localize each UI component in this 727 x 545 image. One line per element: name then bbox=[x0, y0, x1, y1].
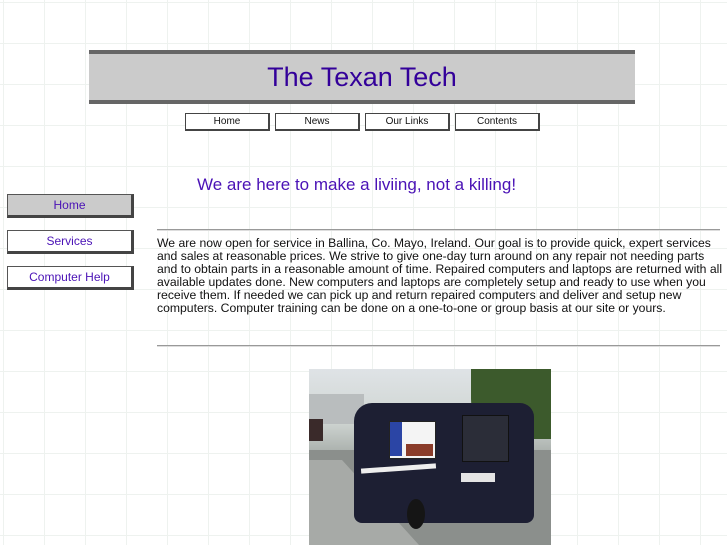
site-title: The Texan Tech bbox=[267, 61, 457, 92]
side-nav-services[interactable]: Services bbox=[7, 230, 134, 254]
top-nav-home[interactable]: Home bbox=[185, 113, 270, 131]
photo-van-sign bbox=[389, 421, 436, 459]
van-photo bbox=[309, 369, 551, 545]
top-nav-our-links[interactable]: Our Links bbox=[365, 113, 450, 131]
tagline: We are here to make a liviing, not a kil… bbox=[197, 175, 517, 194]
side-nav-home[interactable]: Home bbox=[7, 194, 134, 218]
divider-bottom bbox=[157, 345, 720, 347]
top-nav-contents[interactable]: Contents bbox=[455, 113, 540, 131]
header-banner: The Texan Tech bbox=[89, 50, 635, 104]
photo-parked-car bbox=[309, 419, 323, 441]
side-nav-computer-help[interactable]: Computer Help bbox=[7, 266, 134, 290]
intro-paragraph: We are now open for service in Ballina, … bbox=[157, 236, 723, 315]
side-nav: Home Services Computer Help bbox=[7, 194, 134, 302]
divider-top bbox=[157, 229, 720, 231]
photo-sign-banner bbox=[406, 444, 433, 456]
photo-sign-flag bbox=[390, 422, 402, 456]
photo-van-window bbox=[462, 415, 509, 462]
top-nav: Home News Our Links Contents bbox=[185, 113, 540, 131]
photo-wheel bbox=[407, 499, 425, 529]
photo-license-plate bbox=[461, 473, 495, 482]
top-nav-news[interactable]: News bbox=[275, 113, 360, 131]
